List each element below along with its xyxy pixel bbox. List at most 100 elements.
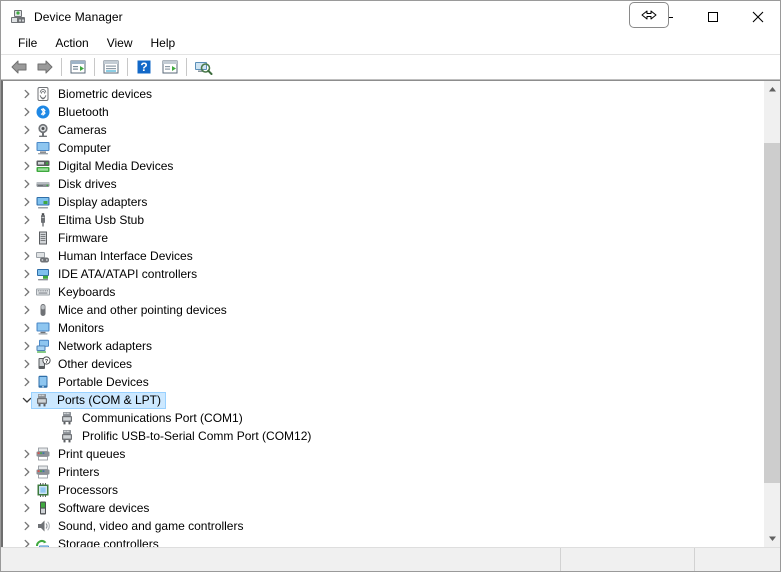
tree-row[interactable]: Software devices [3,499,763,517]
chevron-right-icon[interactable] [19,320,35,336]
tree-row[interactable]: Disk drives [3,175,763,193]
chevron-right-icon[interactable] [19,248,35,264]
tree-row[interactable]: Portable Devices [3,373,763,391]
chevron-right-icon[interactable] [19,500,35,516]
tree-row[interactable]: Prolific USB-to-Serial Comm Port (COM12) [3,427,763,445]
chevron-right-icon[interactable] [19,536,35,547]
tree-row-label: Prolific USB-to-Serial Comm Port (COM12) [82,429,312,443]
chevron-right-icon[interactable] [19,356,35,372]
tree-row[interactable]: Print queues [3,445,763,463]
chevron-right-icon[interactable] [19,230,35,246]
tree-row-content[interactable]: IDE ATA/ATAPI controllers [35,266,197,283]
chevron-right-icon[interactable] [19,212,35,228]
tree-row-content[interactable]: Printers [35,464,99,481]
chevron-right-icon[interactable] [19,518,35,534]
tree-row[interactable]: Processors [3,481,763,499]
tree-row[interactable]: Monitors [3,319,763,337]
tree-row-content[interactable]: Firmware [35,230,108,247]
menu-view[interactable]: View [98,34,142,52]
tree-row[interactable]: Network adapters [3,337,763,355]
tree-row-content[interactable]: Ports (COM & LPT) [31,391,167,409]
chevron-right-icon[interactable] [19,104,35,120]
tree-row[interactable]: Bluetooth [3,103,763,121]
tree-row[interactable]: Mice and other pointing devices [3,301,763,319]
tree-row-content[interactable]: Disk drives [35,176,117,193]
tree-row[interactable]: IDE ATA/ATAPI controllers [3,265,763,283]
chevron-right-icon[interactable] [19,482,35,498]
forward-button[interactable] [32,55,58,79]
tree-row[interactable]: Firmware [3,229,763,247]
chevron-right-icon[interactable] [19,140,35,156]
tree-row[interactable]: Printers [3,463,763,481]
show-hide-console-tree-button[interactable] [65,55,91,79]
tree-row-content[interactable]: Human Interface Devices [35,248,193,265]
tree-row[interactable]: Ports (COM & LPT) [3,391,763,409]
tree-row-content[interactable]: Mice and other pointing devices [35,302,227,319]
chevron-right-icon[interactable] [19,266,35,282]
tree-row-content[interactable]: ? Other devices [35,356,132,373]
tree-row-label: Eltima Usb Stub [58,213,145,227]
tree-row-content[interactable]: Portable Devices [35,374,149,391]
chevron-right-icon[interactable] [19,446,35,462]
console-content-pane: Biometric devices Bluetooth Cameras Compute… [1,80,780,547]
update-driver-button[interactable] [157,55,183,79]
tree-row-content[interactable]: Network adapters [35,338,152,355]
maximize-button[interactable] [690,1,735,32]
tree-row[interactable]: Communications Port (COM1) [3,409,763,427]
tree-row-content[interactable]: Keyboards [35,284,115,301]
tree-row-content[interactable]: Monitors [35,320,104,337]
tree-row-content[interactable]: Prolific USB-to-Serial Comm Port (COM12) [59,428,311,445]
scrollbar-track[interactable] [764,98,780,530]
chevron-right-icon[interactable] [19,158,35,174]
help-button[interactable]: ? [131,55,157,79]
tree-row-content[interactable]: Communications Port (COM1) [59,410,243,427]
chevron-right-icon[interactable] [19,338,35,354]
vertical-scrollbar[interactable] [763,81,780,547]
device-tree[interactable]: Biometric devices Bluetooth Cameras Compute… [3,81,763,547]
menu-help[interactable]: Help [142,34,185,52]
tree-row-content[interactable]: Processors [35,482,118,499]
scan-for-hardware-changes-button[interactable] [190,55,216,79]
scroll-up-arrow-icon[interactable] [764,81,780,98]
tree-row-content[interactable]: Cameras [35,122,107,139]
chevron-right-icon[interactable] [19,194,35,210]
tree-row-content[interactable]: Print queues [35,446,125,463]
tree-row-content[interactable]: Display adapters [35,194,147,211]
properties-button[interactable] [98,55,124,79]
close-button[interactable] [735,1,780,32]
tree-row-content[interactable]: Sound, video and game controllers [35,518,243,535]
toolbar-separator-3 [127,58,128,76]
chevron-right-icon[interactable] [19,122,35,138]
chevron-right-icon[interactable] [19,302,35,318]
tree-row-content[interactable]: Biometric devices [35,86,152,103]
tree-row-content[interactable]: Storage controllers [35,536,159,547]
back-button[interactable] [6,55,32,79]
tree-row[interactable]: Sound, video and game controllers [3,517,763,535]
scrollbar-thumb[interactable] [764,143,780,483]
tree-row[interactable]: Cameras [3,121,763,139]
chevron-right-icon[interactable] [19,176,35,192]
tree-row-content[interactable]: Software devices [35,500,149,517]
chevron-right-icon[interactable] [19,374,35,390]
chevron-right-icon[interactable] [19,464,35,480]
tree-row-content[interactable]: Computer [35,140,111,157]
tree-row[interactable]: Digital Media Devices [3,157,763,175]
menu-action[interactable]: Action [46,34,97,52]
tree-row[interactable]: Human Interface Devices [3,247,763,265]
scroll-down-arrow-icon[interactable] [764,530,780,547]
tree-row[interactable]: Biometric devices [3,85,763,103]
fingerprint-icon [35,86,51,102]
menu-file[interactable]: File [9,34,46,52]
tree-row-content[interactable]: Eltima Usb Stub [35,212,144,229]
tree-row[interactable]: Display adapters [3,193,763,211]
tree-row[interactable]: ? Other devices [3,355,763,373]
tree-row-content[interactable]: Digital Media Devices [35,158,173,175]
tree-row[interactable]: Eltima Usb Stub [3,211,763,229]
chevron-right-icon[interactable] [19,86,35,102]
chevron-right-icon[interactable] [19,284,35,300]
tree-row[interactable]: Storage controllers [3,535,763,547]
tree-row-label: Storage controllers [58,537,159,547]
tree-row[interactable]: Computer [3,139,763,157]
tree-row-content[interactable]: Bluetooth [35,104,109,121]
tree-row[interactable]: Keyboards [3,283,763,301]
